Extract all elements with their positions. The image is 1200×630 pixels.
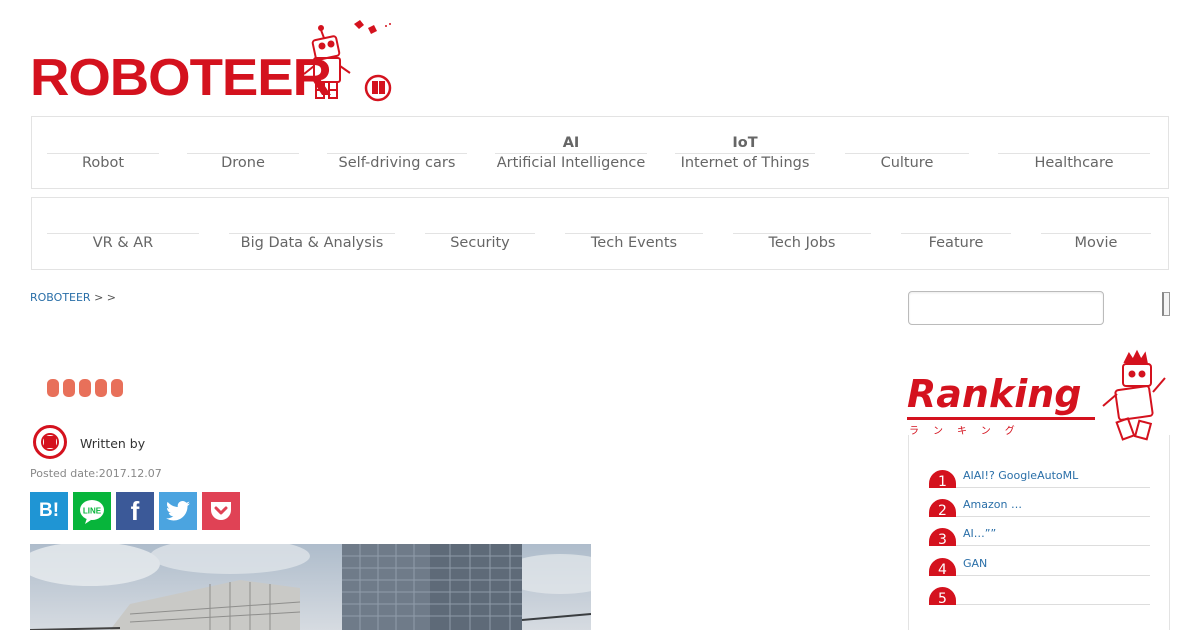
- nav-item-label: Movie: [1074, 235, 1118, 251]
- twitter-share-button[interactable]: [159, 492, 197, 530]
- nav-item-label: Self-driving cars: [338, 155, 456, 171]
- roboteer-mark-icon: [44, 436, 56, 448]
- nav-item-code: [845, 133, 969, 153]
- rating-dot: [47, 379, 59, 397]
- nav-item-security[interactable]: Security: [425, 233, 535, 252]
- nav-item-label: Tech Events: [590, 235, 678, 251]
- pocket-share-button[interactable]: [202, 492, 240, 530]
- nav-item-drone[interactable]: Drone: [187, 133, 299, 172]
- line-share-button[interactable]: LINE: [73, 492, 111, 530]
- nav-item-label: Security: [450, 235, 510, 251]
- site-logo[interactable]: ROBOTEER: [30, 18, 392, 104]
- ranking-item-link[interactable]: AI…””: [963, 527, 996, 541]
- logo-text: ROBOTEER: [30, 49, 332, 107]
- facebook-icon: f: [130, 495, 140, 526]
- nav-item-code: IoT: [732, 135, 758, 151]
- breadcrumb: ROBOTEER > >: [30, 291, 116, 304]
- nav-item-label: Drone: [221, 155, 265, 171]
- ranking-item[interactable]: 2 Amazon …: [929, 495, 1150, 517]
- robot-mascot-icon: [303, 20, 392, 102]
- breadcrumb-separator: >: [106, 291, 117, 304]
- ranking-item[interactable]: 1 AIAI!? GoogleAutoML: [929, 466, 1150, 488]
- breadcrumb-home-link[interactable]: ROBOTEER: [30, 291, 91, 304]
- category-nav-primary: Robot Drone Self-driving cars AI Artific…: [31, 116, 1169, 189]
- nav-item-label: Tech Jobs: [768, 235, 836, 251]
- breadcrumb-separator: >: [90, 291, 107, 304]
- nav-item-tech-jobs[interactable]: Tech Jobs: [733, 233, 871, 252]
- nav-item-label: Healthcare: [1034, 155, 1114, 171]
- nav-item-label: Robot: [81, 155, 125, 171]
- rating-dot: [63, 379, 75, 397]
- nav-item-code: [327, 133, 467, 153]
- nav-item-label: Big Data & Analysis: [240, 235, 384, 251]
- category-nav-secondary: VR & AR Big Data & Analysis Security Tec…: [31, 197, 1169, 270]
- svg-text:LINE: LINE: [83, 507, 102, 516]
- nav-item-label: VR & AR: [92, 235, 154, 251]
- ranking-item[interactable]: 4 GAN: [929, 554, 1150, 576]
- nav-item-movie[interactable]: Movie: [1041, 233, 1151, 252]
- nav-item-code: [47, 133, 159, 153]
- nav-item-label: Feature: [928, 235, 984, 251]
- twitter-bird-icon: [166, 501, 190, 521]
- ranking-item-link[interactable]: AIAI!? GoogleAutoML: [963, 469, 1078, 483]
- nav-item-code: [187, 133, 299, 153]
- ranking-header: Ranking ランキング: [907, 348, 1170, 444]
- search-button[interactable]: [1162, 292, 1170, 316]
- nav-item-feature[interactable]: Feature: [901, 233, 1011, 252]
- nav-item-ai[interactable]: AI Artificial Intelligence: [495, 133, 647, 172]
- written-by-label: Written by: [80, 436, 146, 451]
- ranking-item-link[interactable]: Amazon …: [963, 498, 1022, 512]
- rating-dot: [111, 379, 123, 397]
- search-input[interactable]: [908, 291, 1104, 325]
- rank-number-badge: 2: [929, 499, 956, 517]
- rank-number-badge: 1: [929, 470, 956, 488]
- article-rating: [47, 379, 123, 397]
- hatena-icon: B!: [38, 500, 60, 521]
- nav-item-label: Internet of Things: [680, 155, 810, 171]
- ranking-underline: [907, 417, 1095, 420]
- nav-item-tech-events[interactable]: Tech Events: [565, 233, 703, 252]
- ranking-title: Ranking: [907, 372, 1082, 416]
- building-photo: [30, 544, 591, 630]
- rank-number-badge: 3: [929, 528, 956, 546]
- ranking-item[interactable]: 5: [929, 583, 1150, 605]
- ranking-robot-icon: [1102, 349, 1166, 441]
- nav-item-healthcare[interactable]: Healthcare: [998, 133, 1150, 172]
- nav-item-code: AI: [562, 135, 580, 151]
- facebook-share-button[interactable]: f: [116, 492, 154, 530]
- nav-item-culture[interactable]: Culture: [845, 133, 969, 172]
- rating-dot: [79, 379, 91, 397]
- nav-item-iot[interactable]: IoT Internet of Things: [675, 133, 815, 172]
- hatena-share-button[interactable]: B!: [30, 492, 68, 530]
- pocket-icon: [211, 502, 231, 520]
- ranking-item-link[interactable]: GAN: [963, 557, 987, 571]
- nav-item-code: [998, 133, 1150, 153]
- posted-date: Posted date:2017.12.07: [30, 467, 162, 480]
- nav-item-label: Artificial Intelligence: [496, 155, 646, 171]
- nav-item-robot[interactable]: Robot: [47, 133, 159, 172]
- nav-item-self-driving-cars[interactable]: Self-driving cars: [327, 133, 467, 172]
- rating-dot: [95, 379, 107, 397]
- nav-item-big-data[interactable]: Big Data & Analysis: [229, 233, 395, 252]
- nav-item-label: Culture: [880, 155, 934, 171]
- line-icon: LINE: [80, 500, 104, 524]
- rank-number-badge: 5: [929, 587, 956, 605]
- ranking-item[interactable]: 3 AI…””: [929, 524, 1150, 546]
- nav-item-vr-ar[interactable]: VR & AR: [47, 233, 199, 252]
- author-avatar[interactable]: [33, 425, 67, 459]
- article-hero-image: [30, 544, 591, 630]
- rank-number-badge: 4: [929, 558, 956, 576]
